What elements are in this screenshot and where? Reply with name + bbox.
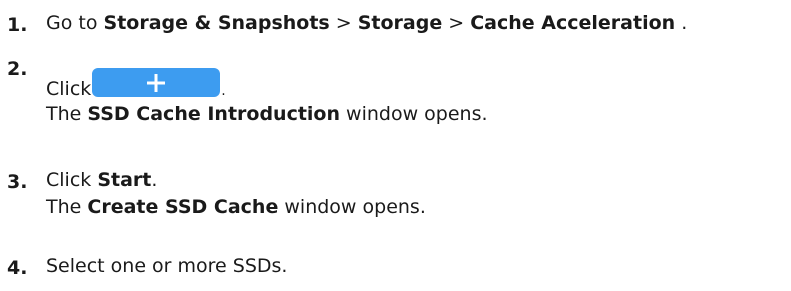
step-body: Click Start. The Create SSD Cache window… — [46, 167, 426, 221]
step-text: . — [221, 83, 226, 99]
nav-path-cache-acceleration: Cache Acceleration — [470, 12, 676, 34]
nav-path-storage: Storage — [357, 12, 443, 34]
step-line: Click Start. — [46, 169, 158, 191]
step-body: Select one or more SSDs. — [46, 253, 287, 280]
step-text: . — [675, 12, 688, 34]
add-button[interactable] — [92, 68, 221, 97]
start-label: Start — [97, 169, 152, 191]
path-separator: > — [329, 12, 358, 34]
step-body: Go to Storage & Snapshots > Storage > Ca… — [46, 10, 687, 37]
step-text: Go to — [46, 12, 104, 34]
step-line: Click. — [46, 68, 488, 100]
step-result: The Create SSD Cache window opens. — [46, 196, 426, 218]
nav-path-storage-snapshots: Storage & Snapshots — [103, 12, 330, 34]
step-number: 1. — [7, 14, 28, 36]
step-number: 2. — [7, 58, 28, 80]
plus-icon — [147, 73, 166, 92]
window-name: SSD Cache Introduction — [87, 103, 341, 125]
step-text: Click — [46, 78, 92, 100]
step-number: 4. — [7, 257, 28, 279]
window-name: Create SSD Cache — [87, 196, 279, 218]
step-result: The SSD Cache Introduction window opens. — [46, 103, 488, 125]
step-body: Click. The SSD Cache Introduction window… — [46, 68, 488, 128]
step-number: 3. — [7, 171, 28, 193]
step-text: Select one or more SSDs. — [46, 255, 288, 277]
path-separator: > — [442, 12, 471, 34]
